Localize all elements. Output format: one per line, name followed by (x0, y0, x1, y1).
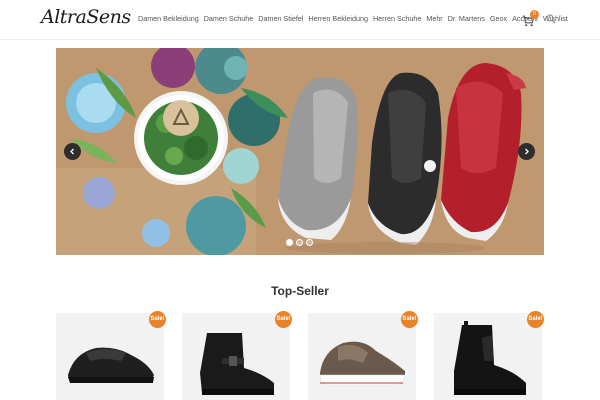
sale-badge-1: Sale! (149, 311, 166, 328)
hero-slider[interactable] (56, 48, 544, 255)
search-icon[interactable] (546, 14, 556, 24)
site-header: AltraSens Damen Bekleidung Damen Schuhe … (0, 0, 600, 40)
slider-dots (286, 239, 313, 246)
product-card-3[interactable] (308, 313, 416, 400)
slider-dot-3[interactable] (306, 239, 313, 246)
slider-prev-button[interactable] (64, 143, 81, 160)
nav-damen-stiefel[interactable]: Damen Stiefel (258, 14, 303, 23)
slider-dot-2[interactable] (296, 239, 303, 246)
product-card-1[interactable] (56, 313, 164, 400)
nav-damen-schuhe[interactable]: Damen Schuhe (204, 14, 254, 23)
slider-next-button[interactable] (518, 143, 535, 160)
hero-image (56, 48, 544, 255)
nav-herren-bekleidung[interactable]: Herren Bekleidung (308, 14, 368, 23)
product-image-ankle-boot (200, 333, 274, 395)
product-image-loafer (68, 347, 154, 383)
nav-damen-bekleidung[interactable]: Damen Bekleidung (138, 14, 199, 23)
main-nav: Damen Bekleidung Damen Schuhe Damen Stie… (138, 14, 573, 23)
nav-herren-schuhe[interactable]: Herren Schuhe (373, 14, 421, 23)
nav-geox[interactable]: Geox (490, 14, 507, 23)
product-image-sneaker (319, 341, 406, 386)
product-image-chelsea-boot (454, 321, 526, 395)
nav-dr-martens[interactable]: Dr. Martens (448, 14, 485, 23)
chevron-left-icon (70, 148, 74, 155)
sale-badge-3: Sale! (401, 311, 418, 328)
nav-mehr[interactable]: Mehr (426, 14, 442, 23)
sale-badge-4: Sale! (527, 311, 544, 328)
sale-badge-2: Sale! (275, 311, 292, 328)
site-logo[interactable]: AltraSens (41, 6, 131, 28)
slider-dot-1[interactable] (286, 239, 293, 246)
product-card-2[interactable] (182, 313, 290, 400)
product-card-4[interactable] (434, 313, 542, 400)
section-title: Top-Seller (271, 284, 329, 298)
chevron-right-icon (525, 148, 529, 155)
cart-count-badge: 0 (530, 10, 539, 19)
